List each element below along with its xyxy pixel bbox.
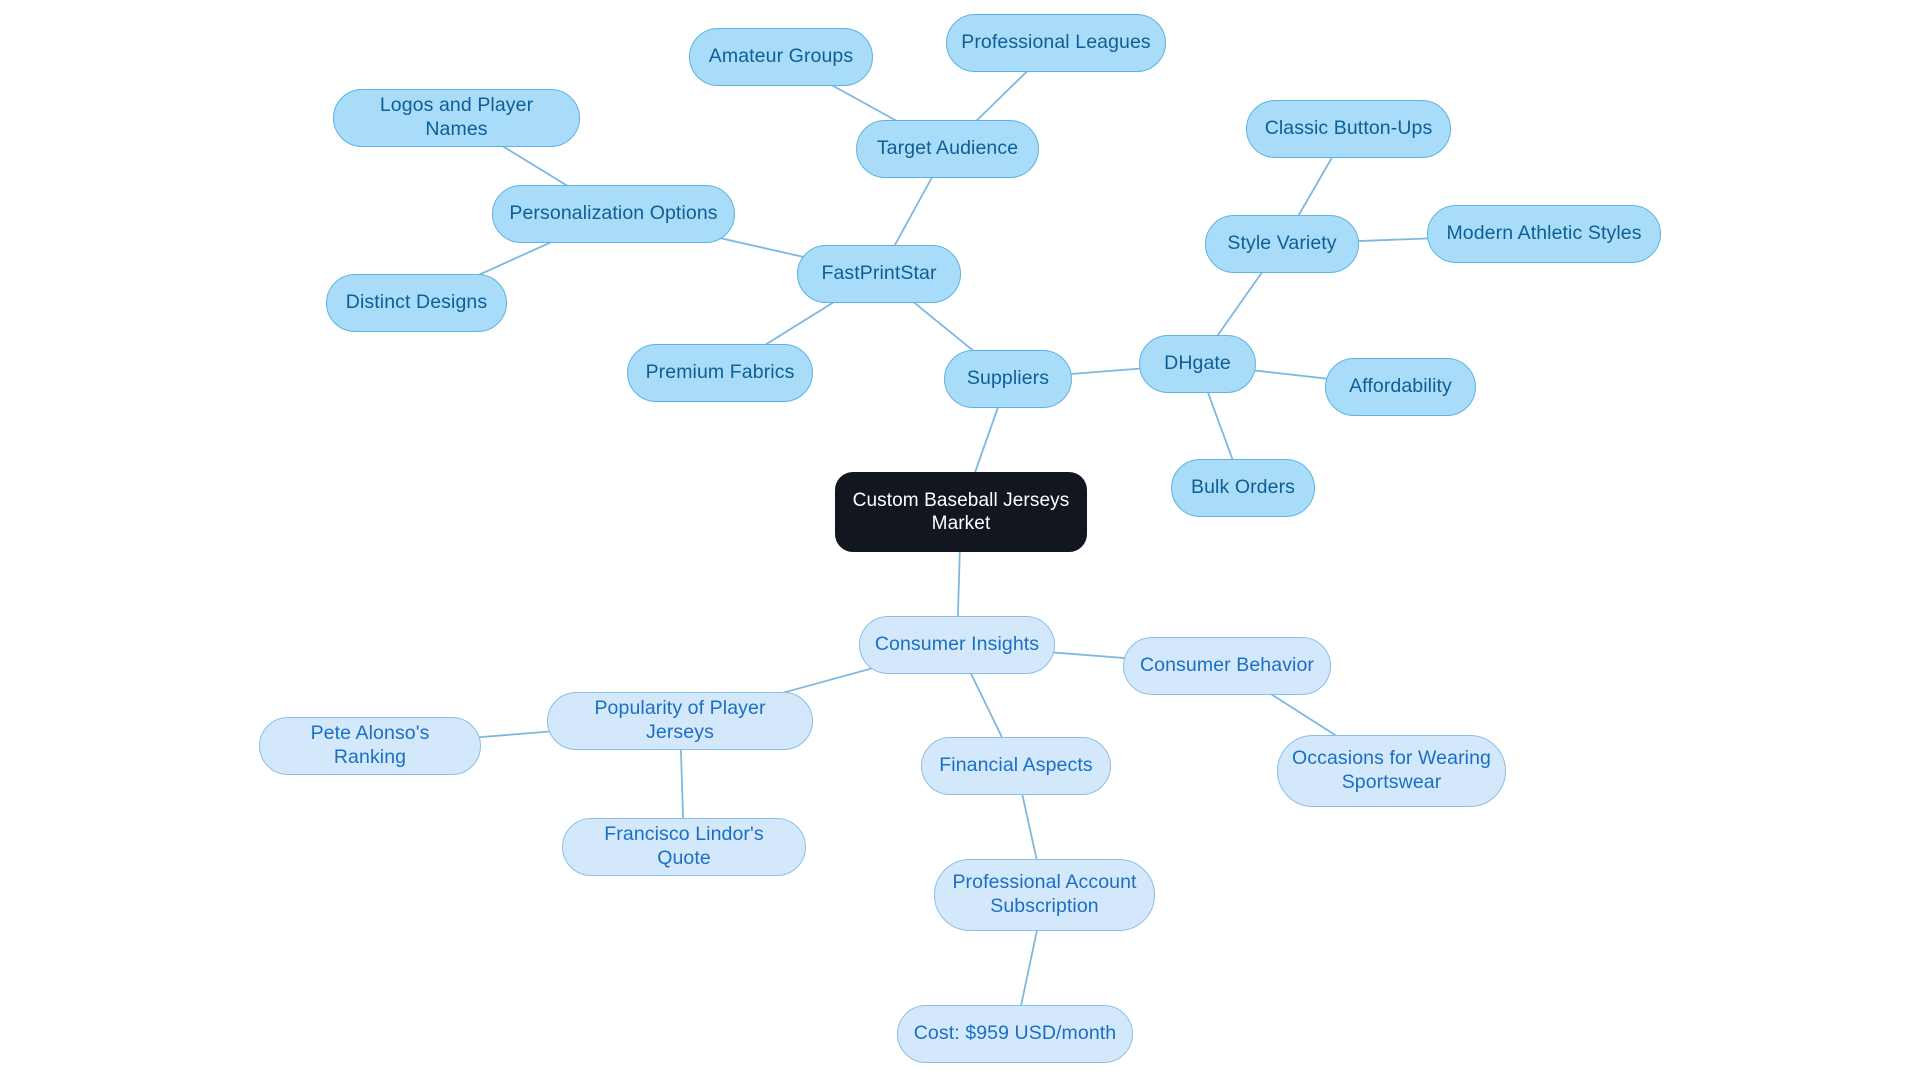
node-label: Francisco Lindor's Quote <box>604 823 764 869</box>
node-label: Classic Button-Ups <box>1264 117 1433 140</box>
node-logos-names[interactable]: Logos and Player Names <box>333 89 580 147</box>
node-label: Financial Aspects <box>939 754 1093 777</box>
node-distinct-designs[interactable]: Distinct Designs <box>326 274 507 332</box>
node-label: Cost: $959 USD/month <box>913 1022 1117 1045</box>
node-label: Consumer Behavior <box>1139 654 1315 677</box>
mindmap-canvas: Custom Baseball Jerseys Market Suppliers F… <box>0 0 1920 1083</box>
node-label: Personalization Options <box>509 202 718 225</box>
node-affordability[interactable]: Affordability <box>1325 358 1476 416</box>
node-label: Custom Baseball Jerseys Market <box>852 489 1070 534</box>
node-label: Suppliers <box>966 367 1050 390</box>
node-label: Popularity of Player Jerseys <box>594 697 766 743</box>
node-pro-leagues[interactable]: Professional Leagues <box>946 14 1166 72</box>
node-label: Bulk Orders <box>1190 476 1296 499</box>
node-occasions[interactable]: Occasions for Wearing Sportswear <box>1277 735 1506 807</box>
node-label: Consumer Insights <box>874 633 1040 656</box>
node-lindor-quote[interactable]: Francisco Lindor's Quote <box>562 818 806 876</box>
node-cost[interactable]: Cost: $959 USD/month <box>897 1005 1133 1063</box>
node-popularity[interactable]: Popularity of Player Jerseys <box>547 692 813 750</box>
node-dhgate[interactable]: DHgate <box>1139 335 1256 393</box>
node-label: Professional Account Subscription <box>952 871 1137 917</box>
node-label: DHgate <box>1164 352 1231 375</box>
node-label: Professional Leagues <box>961 31 1151 54</box>
node-bulk-orders[interactable]: Bulk Orders <box>1171 459 1315 517</box>
node-label: FastPrintStar <box>821 262 937 285</box>
node-consumer-insights[interactable]: Consumer Insights <box>859 616 1055 674</box>
node-amateur-groups[interactable]: Amateur Groups <box>689 28 873 86</box>
node-label: Modern Athletic Styles <box>1446 222 1642 245</box>
node-label: Target Audience <box>876 137 1019 160</box>
node-label: Style Variety <box>1227 232 1337 255</box>
node-personalization[interactable]: Personalization Options <box>492 185 735 243</box>
node-suppliers[interactable]: Suppliers <box>944 350 1072 408</box>
node-label: Pete Alonso's Ranking <box>310 722 430 768</box>
node-classic-buttons[interactable]: Classic Button-Ups <box>1246 100 1451 158</box>
node-style-variety[interactable]: Style Variety <box>1205 215 1359 273</box>
node-target-audience[interactable]: Target Audience <box>856 120 1039 178</box>
node-label: Affordability <box>1349 375 1452 398</box>
node-label: Distinct Designs <box>345 291 488 314</box>
node-label: Amateur Groups <box>708 45 854 68</box>
node-label: Logos and Player Names <box>379 94 534 140</box>
node-pro-subscription[interactable]: Professional Account Subscription <box>934 859 1155 931</box>
node-fastprintstar[interactable]: FastPrintStar <box>797 245 961 303</box>
root-node[interactable]: Custom Baseball Jerseys Market <box>835 472 1087 552</box>
node-financial[interactable]: Financial Aspects <box>921 737 1111 795</box>
node-consumer-behavior[interactable]: Consumer Behavior <box>1123 637 1331 695</box>
node-label: Occasions for Wearing Sportswear <box>1292 747 1491 793</box>
node-pete-alonso[interactable]: Pete Alonso's Ranking <box>259 717 481 775</box>
node-label: Premium Fabrics <box>645 361 795 384</box>
node-modern-athletic[interactable]: Modern Athletic Styles <box>1427 205 1661 263</box>
node-premium-fabrics[interactable]: Premium Fabrics <box>627 344 813 402</box>
